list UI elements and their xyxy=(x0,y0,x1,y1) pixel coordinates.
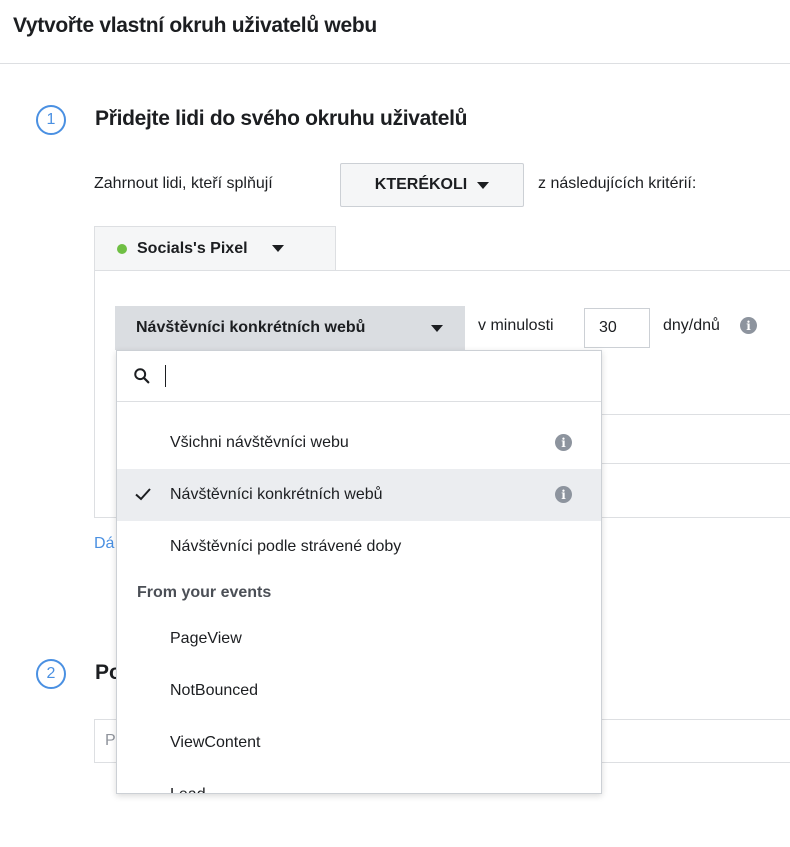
days-input[interactable] xyxy=(584,308,650,348)
menu-option-label: ViewContent xyxy=(170,734,261,751)
visitor-type-menu: Všichni návštěvníci webu i Návštěvníci k… xyxy=(116,350,602,794)
menu-option-label: Návštěvníci podle strávené doby xyxy=(170,538,402,555)
page-title: Vytvořte vlastní okruh uživatelů webu xyxy=(13,14,377,37)
step-2-badge: 2 xyxy=(36,659,66,689)
visitor-type-label: Návštěvníci konkrétních webů xyxy=(136,319,366,336)
menu-search-input[interactable] xyxy=(167,363,571,391)
caret-down-icon xyxy=(431,324,443,332)
menu-option-label: Návštěvníci konkrétních webů xyxy=(170,486,383,503)
menu-event-notbounced[interactable]: NotBounced xyxy=(117,665,601,717)
caret-down-icon xyxy=(271,245,284,252)
in-last-label: v minulosti xyxy=(478,317,554,334)
info-icon[interactable]: i xyxy=(740,317,757,334)
menu-option-label: Lead xyxy=(170,786,206,793)
step-1-badge: 1 xyxy=(36,105,66,135)
text-cursor xyxy=(165,365,166,387)
menu-option-label: NotBounced xyxy=(170,682,259,699)
menu-option-all-visitors[interactable]: Všichni návštěvníci webu i xyxy=(117,417,601,469)
step-1-title: Přidejte lidi do svého okruhu uživatelů xyxy=(95,107,468,130)
header-divider xyxy=(0,63,790,64)
match-any-label: KTERÉKOLI xyxy=(374,176,468,193)
pixel-tab[interactable]: Socials's Pixel xyxy=(94,226,336,270)
menu-event-viewcontent[interactable]: ViewContent xyxy=(117,717,601,769)
search-icon xyxy=(134,368,150,384)
visitor-type-dropdown[interactable]: Návštěvníci konkrétních webů xyxy=(115,306,465,350)
info-icon[interactable]: i xyxy=(555,486,572,503)
menu-event-pageview[interactable]: PageView xyxy=(117,613,601,665)
days-unit-label: dny/dnů xyxy=(663,317,720,334)
panel-divider xyxy=(600,414,790,415)
menu-option-label: Všichni návštěvníci webu xyxy=(170,434,349,451)
panel-divider xyxy=(600,463,790,464)
menu-option-specific-pages[interactable]: Návštěvníci konkrétních webů i xyxy=(117,469,601,521)
menu-option-time-spent[interactable]: Návštěvníci podle strávené doby xyxy=(117,521,601,573)
menu-event-lead[interactable]: Lead xyxy=(117,769,601,793)
menu-option-label: PageView xyxy=(170,630,242,647)
info-icon[interactable]: i xyxy=(555,434,572,451)
match-any-dropdown[interactable]: KTERÉKOLI xyxy=(340,163,524,207)
events-section-header: From your events xyxy=(137,584,272,601)
pixel-status-dot-icon xyxy=(117,243,127,254)
include-prefix-text: Zahrnout lidi, kteří splňují xyxy=(94,175,273,192)
include-suffix-text: z následujících kritérií: xyxy=(538,175,697,192)
checkmark-icon xyxy=(135,488,151,501)
pixel-tab-label: Socials's Pixel xyxy=(137,239,248,257)
caret-down-icon xyxy=(477,181,490,189)
add-rule-link[interactable]: Dá xyxy=(94,535,114,553)
